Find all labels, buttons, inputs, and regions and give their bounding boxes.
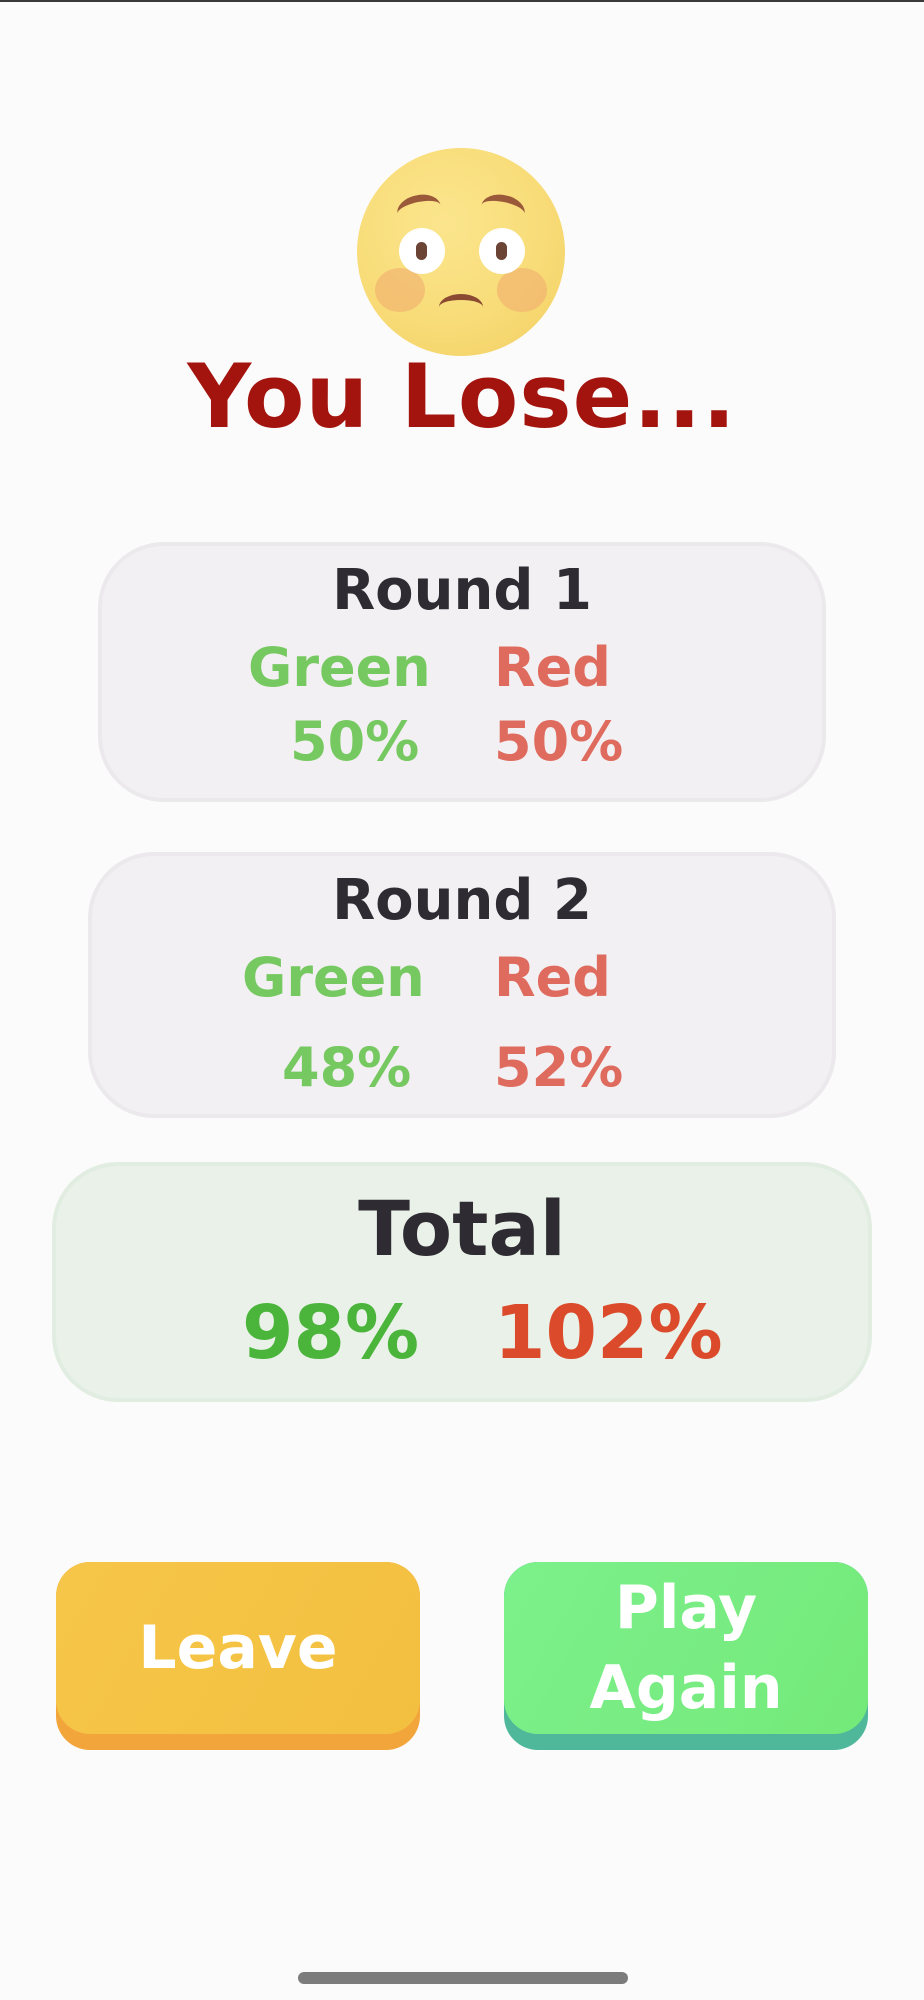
round-2-green-label: Green xyxy=(242,946,425,1009)
round-1-red-label: Red xyxy=(494,636,611,699)
total-title: Total xyxy=(358,1184,566,1273)
round-2-card: Round 2 Green Red 48% 52% xyxy=(88,852,836,1118)
round-2-red-label: Red xyxy=(494,946,611,1009)
result-title: You Lose... xyxy=(187,345,737,448)
round-2-title: Round 2 xyxy=(332,868,592,933)
left-eyebrow xyxy=(394,190,444,229)
play-again-button[interactable]: Play Again xyxy=(504,1562,868,1750)
left-eye xyxy=(399,228,445,274)
right-cheek xyxy=(497,268,547,312)
right-pupil xyxy=(496,242,507,260)
mouth xyxy=(439,294,483,320)
left-pupil xyxy=(416,242,427,260)
round-2-green-value: 48% xyxy=(282,1036,412,1099)
leave-button[interactable]: Leave xyxy=(56,1562,420,1750)
play-again-label-line2: Again xyxy=(589,1653,783,1723)
home-indicator[interactable] xyxy=(298,1972,628,1984)
round-1-title: Round 1 xyxy=(332,558,592,623)
top-border xyxy=(0,0,924,2)
right-eye xyxy=(479,228,525,274)
round-2-red-value: 52% xyxy=(494,1036,624,1099)
leave-button-label: Leave xyxy=(138,1613,338,1683)
worried-face-icon xyxy=(357,148,565,356)
round-1-green-value: 50% xyxy=(290,710,420,773)
left-cheek xyxy=(375,268,425,312)
round-1-green-label: Green xyxy=(248,636,431,699)
total-card: Total 98% 102% xyxy=(52,1162,872,1402)
total-green-value: 98% xyxy=(242,1290,420,1376)
right-eyebrow xyxy=(478,190,528,229)
round-1-red-value: 50% xyxy=(494,710,624,773)
play-again-label-line1: Play xyxy=(614,1573,758,1643)
round-1-card: Round 1 Green Red 50% 50% xyxy=(98,542,826,802)
total-red-value: 102% xyxy=(494,1290,723,1376)
